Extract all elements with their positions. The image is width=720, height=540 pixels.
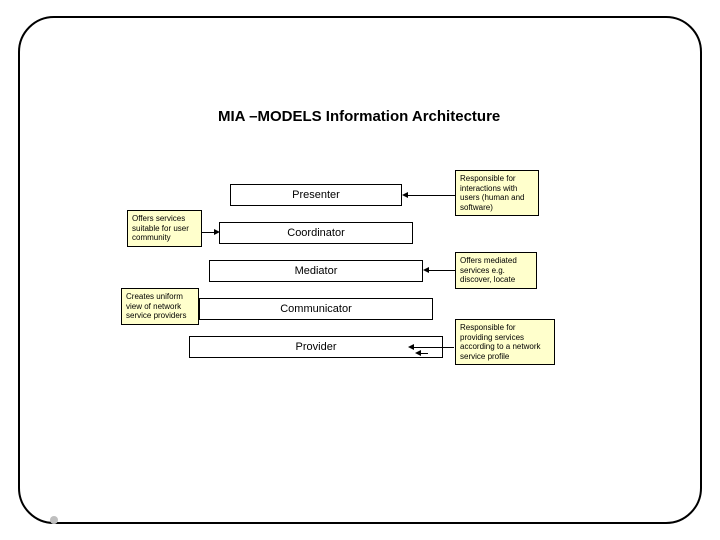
note-text: Creates uniform view of network service … xyxy=(126,292,186,320)
layer-label: Presenter xyxy=(292,189,340,201)
layer-label: Mediator xyxy=(295,265,338,277)
note-text: Responsible for providing services accor… xyxy=(460,323,541,361)
note-text: Offers services suitable for user commun… xyxy=(132,214,189,242)
connector xyxy=(202,232,215,233)
note-text: Responsible for interactions with users … xyxy=(460,174,524,212)
note-mediator: Offers mediated services e.g. discover, … xyxy=(455,252,537,289)
layer-communicator: Communicator xyxy=(199,298,433,320)
slide-title: MIA –MODELS Information Architecture xyxy=(218,108,500,125)
layer-label: Communicator xyxy=(280,303,352,315)
layer-mediator: Mediator xyxy=(209,260,423,282)
connector xyxy=(407,195,455,196)
layer-coordinator: Coordinator xyxy=(219,222,413,244)
layer-label: Provider xyxy=(296,341,337,353)
note-communicator: Creates uniform view of network service … xyxy=(121,288,199,325)
layer-provider: Provider xyxy=(189,336,443,358)
connector xyxy=(428,270,455,271)
note-presenter: Responsible for interactions with users … xyxy=(455,170,539,216)
note-provider: Responsible for providing services accor… xyxy=(455,319,555,365)
note-text: Offers mediated services e.g. discover, … xyxy=(460,256,517,284)
connector-small xyxy=(420,353,428,354)
connector xyxy=(199,308,200,309)
note-coordinator: Offers services suitable for user commun… xyxy=(127,210,202,247)
layer-presenter: Presenter xyxy=(230,184,402,206)
connector xyxy=(413,347,454,348)
layer-label: Coordinator xyxy=(287,227,344,239)
page-dot xyxy=(50,516,58,524)
